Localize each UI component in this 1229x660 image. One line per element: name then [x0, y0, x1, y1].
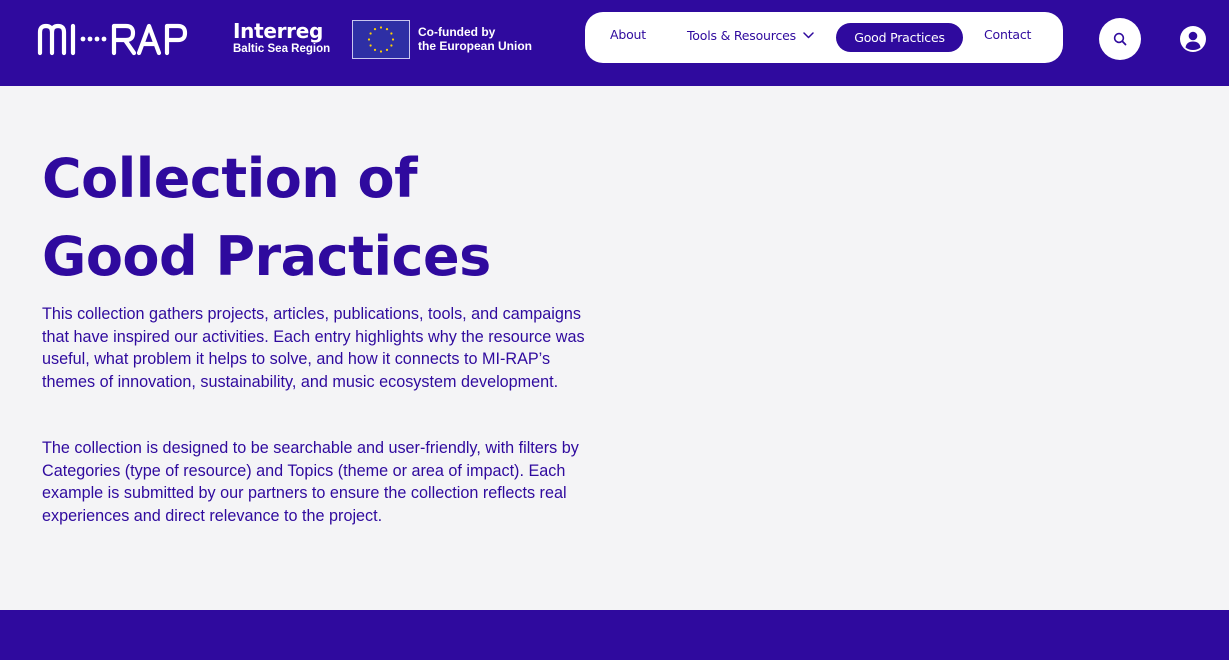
- page-title: Collection of Good Practices: [42, 140, 602, 296]
- account-button[interactable]: [1180, 26, 1206, 52]
- section-band: [0, 610, 1229, 660]
- nav-tools-resources[interactable]: Tools & Resources: [687, 27, 814, 43]
- interreg-title: Interreg: [233, 19, 324, 43]
- search-button[interactable]: [1099, 18, 1141, 60]
- interreg-subtitle: Baltic Sea Region: [233, 43, 331, 55]
- eu-line-1: Co-funded by: [418, 25, 496, 39]
- page-title-line-2: Good Practices: [42, 225, 491, 288]
- eu-cofunded-text: Co-funded by the European Union: [418, 25, 532, 53]
- intro-paragraph-1: This collection gathers projects, articl…: [42, 305, 585, 391]
- main-navigation: About Tools & Resources Good Practices C…: [585, 12, 1063, 63]
- eu-line-2: the European Union: [418, 39, 532, 53]
- mi-rap-logo-mark: [37, 23, 188, 56]
- intro-paragraph-2: The collection is designed to be searcha…: [42, 439, 579, 525]
- nav-about[interactable]: About: [610, 27, 646, 42]
- interreg-logo: Interreg Baltic Sea Region: [233, 20, 343, 60]
- nav-good-practices[interactable]: Good Practices: [836, 23, 963, 52]
- nav-contact[interactable]: Contact: [984, 27, 1031, 42]
- search-icon: [1113, 32, 1127, 46]
- page-title-line-1: Collection of: [42, 147, 418, 210]
- nav-tools-resources-label: Tools & Resources: [687, 28, 796, 43]
- site-header: Interreg Baltic Sea Region Co-funded by …: [0, 0, 1229, 86]
- user-icon: [1180, 26, 1206, 52]
- mi-rap-logo[interactable]: [37, 22, 189, 56]
- eu-flag-icon: [352, 20, 410, 59]
- chevron-down-icon: [803, 27, 814, 42]
